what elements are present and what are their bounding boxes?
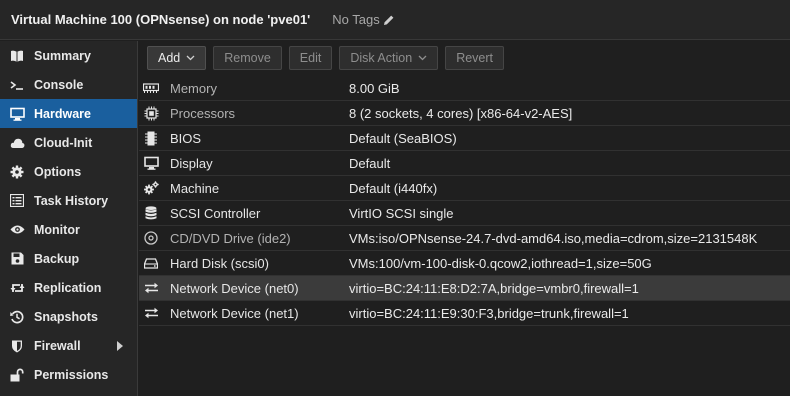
hardware-row-network-device-net1[interactable]: Network Device (net1) virtio=BC:24:11:E9… (139, 301, 790, 326)
hardware-name: Display (170, 155, 213, 171)
hardware-value: VirtIO SCSI single (349, 205, 454, 221)
sidebar-item-label: Permissions (34, 367, 109, 382)
hardware-value: Default (SeaBIOS) (349, 130, 457, 146)
add-button[interactable]: Add (147, 46, 207, 70)
hardware-value: Default (i440fx) (349, 180, 438, 196)
tags-editor[interactable]: No Tags (332, 12, 394, 27)
sidebar-item-console[interactable]: Console (0, 70, 137, 99)
hardware-value: virtio=BC:24:11:E8:D2:7A,bridge=vmbr0,fi… (349, 280, 639, 296)
floppy-icon (9, 251, 25, 267)
hardware-name: Network Device (net1) (170, 305, 299, 321)
cogs-icon (143, 180, 159, 196)
list-icon (9, 193, 25, 209)
hardware-row-cd-dvd-drive[interactable]: CD/DVD Drive (ide2) VMs:iso/OPNsense-24.… (139, 226, 790, 251)
cpu-icon (143, 105, 159, 121)
cloud-icon (9, 135, 25, 151)
monitor-icon (9, 106, 25, 122)
database-icon (143, 205, 159, 221)
hardware-value: VMs:iso/OPNsense-24.7-dvd-amd64.iso,medi… (349, 230, 758, 246)
sidebar-item-label: Console (34, 77, 84, 92)
gear-icon (9, 164, 25, 180)
desktop-icon (143, 155, 159, 171)
sidebar-item-options[interactable]: Options (0, 157, 137, 186)
sidebar-item-label: Hardware (34, 106, 91, 121)
add-button-label: Add (158, 51, 181, 65)
disk-action-button-label: Disk Action (350, 51, 413, 65)
edit-button[interactable]: Edit (288, 46, 333, 70)
sidebar-item-firewall[interactable]: Firewall (0, 331, 137, 360)
sidebar-item-label: Monitor (34, 222, 80, 237)
sidebar-item-label: Snapshots (34, 309, 98, 324)
sidebar-item-label: Firewall (34, 338, 81, 353)
revert-button-label: Revert (456, 51, 494, 65)
hdd-icon (143, 255, 159, 271)
hardware-row-processors[interactable]: Processors 8 (2 sockets, 4 cores) [x86-6… (139, 101, 790, 126)
hardware-name: CD/DVD Drive (ide2) (170, 230, 291, 246)
hardware-name: SCSI Controller (170, 205, 261, 221)
revert-button[interactable]: Revert (445, 46, 505, 70)
hardware-row-memory[interactable]: Memory 8.00 GiB (139, 76, 790, 101)
sidebar-item-label: Summary (34, 48, 91, 63)
sidebar-item-permissions[interactable]: Permissions (0, 360, 137, 389)
unlock-icon (9, 367, 25, 383)
hardware-row-machine[interactable]: Machine Default (i440fx) (139, 176, 790, 201)
disk-action-button[interactable]: Disk Action (339, 46, 439, 70)
hardware-row-hard-disk[interactable]: Hard Disk (scsi0) VMs:100/vm-100-disk-0.… (139, 251, 790, 276)
expand-arrow-icon[interactable] (117, 341, 123, 351)
book-icon (9, 48, 25, 64)
sidebar-item-cloud-init[interactable]: Cloud-Init (0, 128, 137, 157)
sidebar-item-replication[interactable]: Replication (0, 273, 137, 302)
shield-icon (9, 338, 25, 354)
hardware-row-scsi-controller[interactable]: SCSI Controller VirtIO SCSI single (139, 201, 790, 226)
hardware-value: virtio=BC:24:11:E9:30:F3,bridge=trunk,fi… (349, 305, 629, 321)
terminal-icon (9, 77, 25, 93)
microchip-icon (143, 130, 159, 146)
sidebar-item-summary[interactable]: Summary (0, 41, 137, 70)
hardware-name: Memory (170, 80, 217, 96)
hardware-value: VMs:100/vm-100-disk-0.qcow2,iothread=1,s… (349, 255, 652, 271)
sidebar-item-task-history[interactable]: Task History (0, 186, 137, 215)
sidebar-item-label: Cloud-Init (34, 135, 93, 150)
tags-label: No Tags (332, 12, 380, 27)
sidebar-item-snapshots[interactable]: Snapshots (0, 302, 137, 331)
exchange-icon (143, 280, 159, 296)
cdrom-icon (143, 230, 159, 246)
window-header: Virtual Machine 100 (OPNsense) on node '… (0, 0, 790, 40)
sidebar-item-hardware[interactable]: Hardware (0, 99, 137, 128)
remove-button-label: Remove (224, 51, 271, 65)
hardware-name: BIOS (170, 130, 202, 146)
sidebar-item-label: Replication (34, 280, 102, 295)
sidebar-item-label: Backup (34, 251, 80, 266)
retweet-icon (9, 280, 25, 296)
eye-icon (9, 222, 25, 238)
pencil-icon[interactable] (383, 14, 395, 26)
edit-button-label: Edit (299, 51, 322, 65)
sidebar-item-label: Task History (34, 193, 109, 208)
hardware-value: 8.00 GiB (349, 80, 400, 96)
sidebar-item-backup[interactable]: Backup (0, 244, 137, 273)
hardware-row-network-device-net0[interactable]: Network Device (net0) virtio=BC:24:11:E8… (139, 276, 790, 301)
exchange-icon (143, 305, 159, 321)
hardware-row-display[interactable]: Display Default (139, 151, 790, 176)
memory-icon (143, 80, 159, 96)
hardware-name: Hard Disk (scsi0) (170, 255, 269, 271)
chevron-down-icon (186, 55, 195, 61)
history-icon (9, 309, 25, 325)
hardware-grid: Memory 8.00 GiB Processors 8 (2 sockets,… (139, 76, 790, 326)
sidebar-item-monitor[interactable]: Monitor (0, 215, 137, 244)
hardware-name: Processors (170, 105, 236, 121)
chevron-down-icon (418, 55, 427, 61)
hardware-row-bios[interactable]: BIOS Default (SeaBIOS) (139, 126, 790, 151)
toolbar: Add Remove Edit Disk Action Revert (139, 41, 790, 75)
remove-button[interactable]: Remove (213, 46, 282, 70)
hardware-value: Default (349, 155, 391, 171)
sidebar-item-label: Options (34, 164, 82, 179)
hardware-name: Network Device (net0) (170, 280, 299, 296)
hardware-value: 8 (2 sockets, 4 cores) [x86-64-v2-AES] (349, 105, 573, 121)
page-title: Virtual Machine 100 (OPNsense) on node '… (11, 12, 311, 27)
sidebar: Summary Console Hardware Cloud-Init Opti… (0, 41, 138, 396)
hardware-name: Machine (170, 180, 220, 196)
